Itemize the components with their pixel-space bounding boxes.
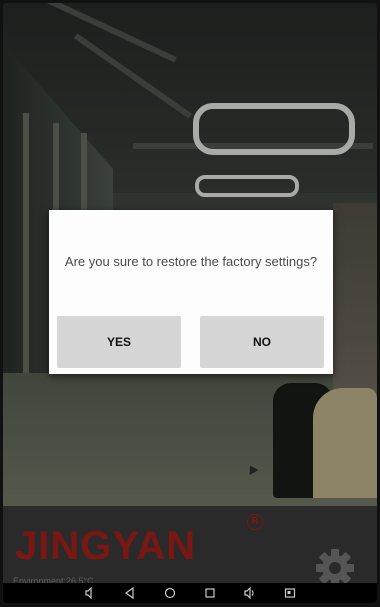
- yes-button[interactable]: YES: [57, 316, 181, 368]
- recents-icon[interactable]: [203, 586, 217, 600]
- device-screen: JINGYAN R Environment:26.5°C Are you sur…: [3, 3, 377, 603]
- dialog-message: Are you sure to restore the factory sett…: [64, 254, 318, 269]
- back-icon[interactable]: [123, 586, 137, 600]
- no-button[interactable]: NO: [200, 316, 324, 368]
- volume-up-icon[interactable]: [243, 586, 257, 600]
- volume-down-icon[interactable]: [83, 586, 97, 600]
- confirm-dialog: Are you sure to restore the factory sett…: [49, 210, 333, 374]
- navigation-bar: [3, 583, 377, 603]
- screenshot-icon[interactable]: [283, 586, 297, 600]
- home-icon[interactable]: [163, 586, 177, 600]
